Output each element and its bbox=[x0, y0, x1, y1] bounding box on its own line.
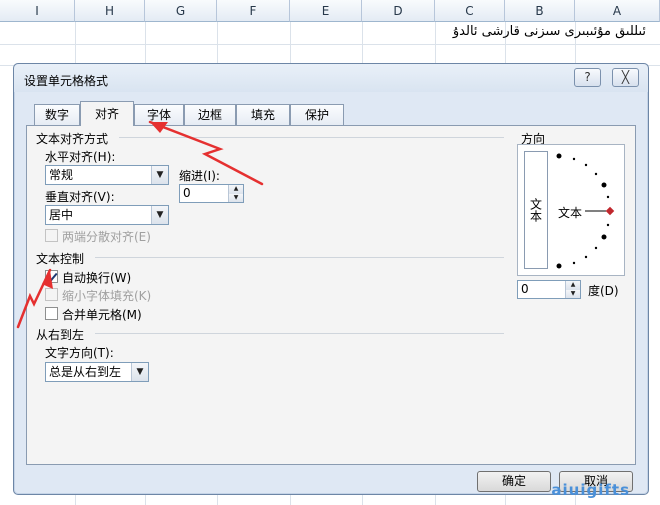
dialog-title: 设置单元格格式 bbox=[24, 74, 109, 88]
chevron-down-icon[interactable]: ▼ bbox=[131, 363, 148, 381]
chevron-down-icon[interactable]: ▼ bbox=[151, 206, 168, 224]
indent-label: 缩进(I): bbox=[179, 169, 220, 183]
shrink-to-fit-checkbox[interactable] bbox=[45, 288, 58, 301]
horizontal-align-label: 水平对齐(H): bbox=[45, 150, 116, 164]
justify-distributed-label: 两端分散对齐(E) bbox=[62, 230, 151, 244]
shrink-to-fit-label: 缩小字体填充(K) bbox=[62, 289, 152, 303]
help-icon: ? bbox=[584, 70, 591, 84]
indent-value: 0 bbox=[183, 186, 191, 200]
column-header-b[interactable]: B bbox=[505, 0, 575, 22]
degrees-value: 0 bbox=[521, 282, 529, 296]
column-header-f[interactable]: F bbox=[217, 0, 290, 22]
tab-alignment[interactable]: 对齐 bbox=[80, 101, 134, 126]
close-button[interactable]: ╳ bbox=[612, 68, 639, 87]
chevron-down-icon[interactable]: ▼ bbox=[151, 166, 168, 184]
text-alignment-divider bbox=[119, 137, 504, 138]
text-direction-label: 文字方向(T): bbox=[45, 346, 114, 360]
degrees-label: 度(D) bbox=[588, 284, 619, 298]
column-header-d[interactable]: D bbox=[362, 0, 435, 22]
tab-font[interactable]: 字体 bbox=[134, 104, 184, 125]
column-header-i[interactable]: I bbox=[0, 0, 75, 22]
close-icon: ╳ bbox=[621, 70, 630, 84]
text-control-group-label: 文本控制 bbox=[36, 252, 85, 266]
rtl-divider bbox=[95, 333, 504, 334]
orientation-box: 文本 文本 bbox=[517, 144, 625, 276]
horizontal-align-value: 常规 bbox=[49, 168, 74, 182]
horizontal-align-select[interactable]: 常规 ▼ bbox=[45, 165, 169, 185]
column-header-g[interactable]: G bbox=[145, 0, 217, 22]
tab-fill[interactable]: 填充 bbox=[236, 104, 290, 125]
vertical-align-label: 垂直对齐(V): bbox=[45, 190, 115, 204]
ok-button[interactable]: 确定 bbox=[477, 471, 551, 492]
tab-protection[interactable]: 保护 bbox=[290, 104, 344, 125]
column-header-a[interactable]: A bbox=[575, 0, 660, 22]
rtl-group-label: 从右到左 bbox=[36, 328, 85, 342]
text-control-divider bbox=[95, 257, 504, 258]
tab-border[interactable]: 边框 bbox=[184, 104, 236, 125]
text-direction-select[interactable]: 总是从右到左 ▼ bbox=[45, 362, 149, 382]
watermark-logo: aiuigifts bbox=[551, 481, 630, 499]
alignment-panel: 文本对齐方式 水平对齐(H): 常规 ▼ 缩进(I): 0 ▲ ▼ 垂直对齐(V… bbox=[26, 125, 636, 465]
column-header-e[interactable]: E bbox=[290, 0, 362, 22]
degrees-spinner[interactable]: 0 ▲ ▼ bbox=[517, 280, 581, 299]
wrap-text-label: 自动换行(W) bbox=[62, 271, 132, 285]
indent-spinner[interactable]: 0 ▲ ▼ bbox=[179, 184, 244, 203]
column-header-h[interactable]: H bbox=[75, 0, 145, 22]
dialog-title-bar[interactable]: 设置单元格格式 ? ╳ bbox=[14, 64, 648, 92]
column-header-c[interactable]: C bbox=[435, 0, 505, 22]
degrees-up-icon[interactable]: ▲ bbox=[565, 281, 580, 290]
justify-distributed-checkbox[interactable] bbox=[45, 229, 58, 242]
text-alignment-group-label: 文本对齐方式 bbox=[36, 132, 109, 146]
wrap-text-checkbox[interactable] bbox=[45, 270, 58, 283]
degrees-down-icon[interactable]: ▼ bbox=[565, 289, 580, 298]
text-direction-value: 总是从右到左 bbox=[49, 365, 122, 379]
merge-cells-checkbox[interactable] bbox=[45, 307, 58, 320]
format-cells-dialog: 设置单元格格式 ? ╳ 数字 对齐 字体 边框 填充 保护 文本对齐方式 水平对… bbox=[13, 63, 649, 495]
vertical-align-select[interactable]: 居中 ▼ bbox=[45, 205, 169, 225]
tab-number[interactable]: 数字 bbox=[34, 104, 80, 125]
merge-cells-label: 合并单元格(M) bbox=[62, 308, 142, 322]
cell-a1-text[interactable]: ئىللىق مۇئىبىرى سىزنى قارشى ئالدۇ bbox=[453, 24, 646, 39]
dial-text-label: 文本 bbox=[558, 206, 583, 220]
indent-up-icon[interactable]: ▲ bbox=[228, 185, 243, 194]
dialog-client-area: 数字 对齐 字体 边框 填充 保护 文本对齐方式 水平对齐(H): 常规 ▼ 缩… bbox=[22, 94, 640, 492]
help-button[interactable]: ? bbox=[574, 68, 601, 87]
vertical-align-value: 居中 bbox=[49, 208, 74, 222]
indent-down-icon[interactable]: ▼ bbox=[228, 193, 243, 202]
